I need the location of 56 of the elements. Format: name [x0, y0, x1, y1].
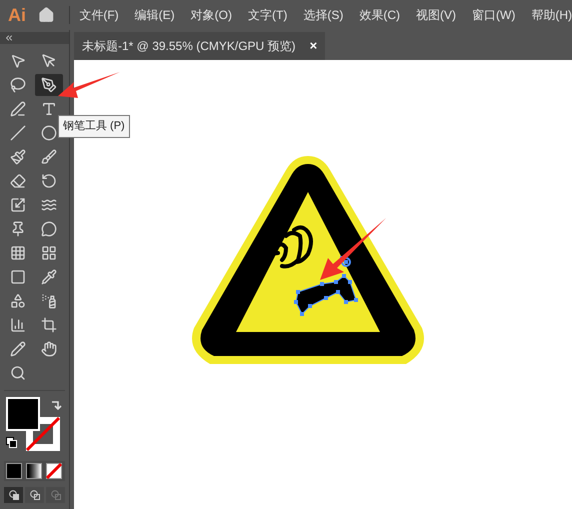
ellipse-icon: [40, 125, 56, 141]
callout-arrow: [320, 218, 386, 280]
draw-mode-icon: [30, 490, 40, 500]
mesh-icon: [40, 245, 56, 261]
collapse-icon[interactable]: [4, 33, 14, 43]
draw-mode-button[interactable]: [4, 487, 23, 503]
menu-item[interactable]: 选择(S): [303, 6, 344, 24]
default-colors-icon[interactable]: [6, 437, 17, 448]
line-icon: [10, 125, 26, 141]
spray-can-icon: [40, 293, 56, 309]
menu-item[interactable]: 编辑(E): [134, 6, 175, 24]
tab-title: 未标题-1* @ 39.55% (CMYK/GPU 预览): [82, 38, 296, 55]
menu-item[interactable]: 效果(C): [359, 6, 400, 24]
draw-mode-icon: [50, 490, 60, 500]
menu-item[interactable]: 对象(O): [190, 6, 232, 24]
warp-icon: [40, 197, 56, 213]
shapes-icon: [10, 293, 26, 309]
grid-icon: [10, 245, 26, 261]
gradient-mode-button[interactable]: [26, 463, 42, 479]
bar-chart-icon: [10, 317, 26, 333]
home-icon[interactable]: [38, 5, 55, 25]
paintbrush-icon: [10, 149, 26, 165]
hollow-pointer-icon: [40, 53, 56, 69]
menu-item[interactable]: 帮助(H): [531, 6, 572, 24]
pointer-icon: [10, 53, 26, 69]
color-mode-button[interactable]: [6, 463, 22, 479]
draw-mode-button[interactable]: [25, 487, 44, 503]
scale-icon: [10, 197, 26, 213]
crop-icon: [40, 317, 56, 333]
tab-close[interactable]: ×: [310, 36, 318, 56]
eyedropper-icon: [40, 269, 56, 285]
app-logo: Ai: [7, 4, 27, 26]
fill-swatch[interactable]: [6, 397, 40, 431]
pen-icon: [40, 77, 56, 93]
draw-mode-icon: [8, 490, 18, 500]
tooltip: 钢笔工具 (P): [58, 115, 130, 138]
zoom-icon: [10, 365, 26, 381]
curve-pen-icon: [10, 101, 26, 117]
menu-item[interactable]: 窗口(W): [472, 6, 516, 24]
hand-icon: [40, 341, 56, 357]
eraser-icon: [10, 173, 26, 189]
menu-item[interactable]: 视图(V): [416, 6, 456, 24]
document-tab[interactable]: 未标题-1* @ 39.55% (CMYK/GPU 预览) ×: [74, 32, 326, 60]
swap-icon[interactable]: [50, 399, 62, 411]
brush-icon: [40, 149, 56, 165]
pin-icon: [10, 221, 26, 237]
callout-arrow: [58, 72, 120, 100]
bubble-icon: [40, 221, 56, 237]
tool-button[interactable]: [34, 74, 62, 96]
pencil-icon: [10, 341, 26, 357]
type-icon: [40, 101, 56, 117]
menu-item[interactable]: 文字(T): [248, 6, 288, 24]
lasso-icon: [10, 77, 26, 93]
menu-item[interactable]: 文件(F): [79, 6, 119, 24]
none-mode-button[interactable]: [46, 463, 62, 479]
rotate-icon: [40, 173, 56, 189]
